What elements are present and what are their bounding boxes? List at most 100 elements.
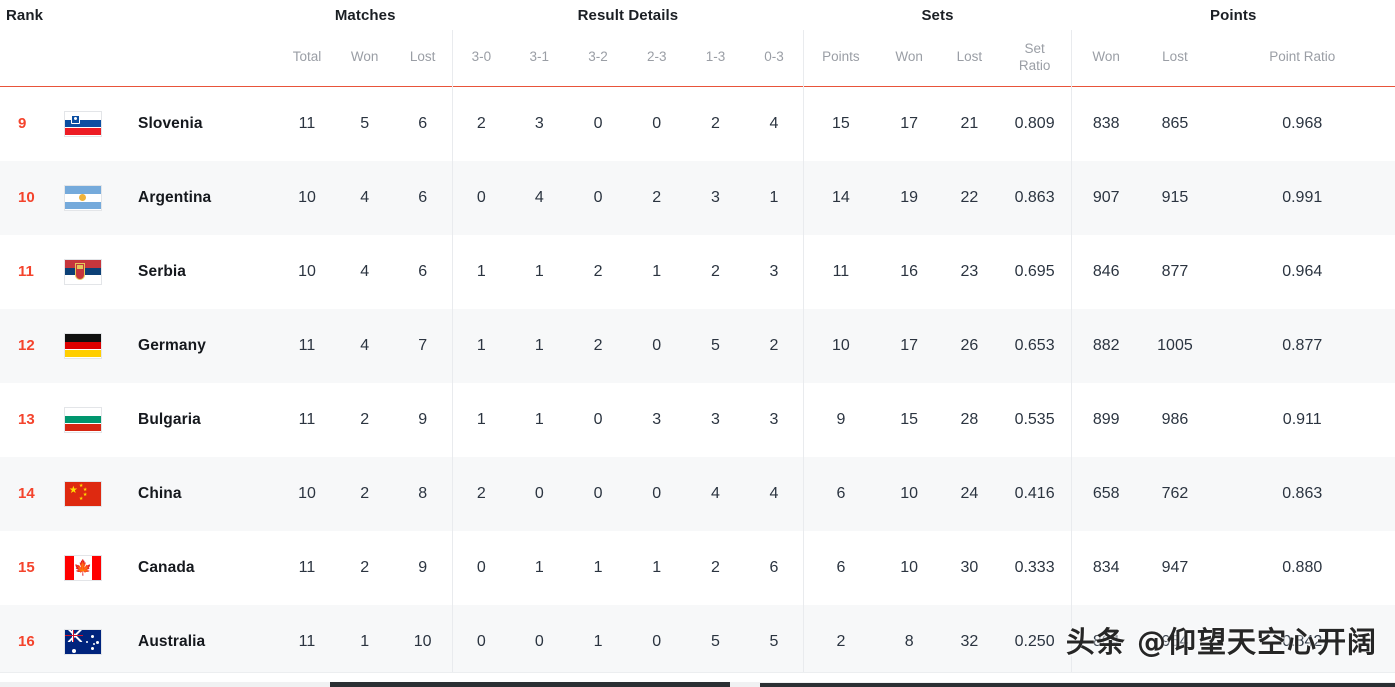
row-points-won: 838: [1070, 86, 1141, 161]
sub-header-points-won[interactable]: Won: [1070, 30, 1141, 86]
row-points: 15: [803, 86, 878, 161]
sub-header-sets-lost[interactable]: Lost: [940, 30, 999, 86]
sub-header-3-2[interactable]: 3-2: [568, 30, 628, 86]
group-header-result-details: Result Details: [452, 0, 804, 30]
row-rank: 16: [18, 633, 35, 650]
row-flag: [63, 87, 138, 161]
row-3-1: 0: [534, 632, 544, 650]
row-1-3: 3: [711, 410, 720, 428]
sub-header-1-3[interactable]: 1-3: [686, 30, 745, 86]
table-row[interactable]: 11 Serbia 10 4 6 1 1 2 1 2 3 11 16 23 0.…: [0, 234, 1395, 309]
row-points-lost: 865: [1161, 114, 1189, 132]
row-1-3: 2: [711, 558, 720, 576]
row-points-won: 882: [1070, 308, 1141, 383]
row-0-3: 3: [769, 262, 779, 280]
row-0-3: 5: [769, 632, 779, 650]
table-row[interactable]: 10 Argentina 10 4 6 0 4 0 2 3 1 14 19 22…: [0, 160, 1395, 235]
row-3-2: 0: [593, 484, 603, 502]
row-points: 2: [803, 604, 878, 679]
row-matches-lost: 9: [418, 410, 428, 428]
row-3-2: 2: [593, 262, 603, 280]
table-row[interactable]: 16 Australia 11 1 10 0 0 1 0 5 5 2 8 32 …: [0, 604, 1395, 679]
row-sets-won: 17: [900, 336, 919, 354]
row-points-won: 907: [1070, 160, 1141, 235]
sub-header-3-0[interactable]: 3-0: [451, 30, 510, 86]
row-sets-won: 8: [904, 632, 914, 650]
table-row[interactable]: 13 Bulgaria 11 2 9 1 1 0 3 3 3 9 15 28 0…: [0, 382, 1395, 457]
row-matches-won: 4: [360, 188, 370, 206]
row-team-name[interactable]: Canada: [138, 531, 278, 605]
row-team-name[interactable]: China: [138, 457, 278, 531]
row-sets-lost: 22: [960, 188, 979, 206]
row-points-lost: 986: [1161, 410, 1189, 428]
row-sets-lost: 21: [960, 114, 979, 132]
sub-header-sets-won[interactable]: Won: [877, 30, 941, 86]
table-row[interactable]: 14 ★ ★ ★ ★ ★ China 10 2 8 2 0 0 0 4 4 6 …: [0, 456, 1395, 531]
row-3-1: 1: [534, 262, 544, 280]
row-team-name[interactable]: Bulgaria: [138, 383, 278, 457]
row-matches-lost: 6: [418, 114, 428, 132]
row-0-3: 4: [769, 484, 779, 502]
sub-header-total[interactable]: Total: [278, 30, 336, 86]
row-set-ratio: 0.333: [1014, 558, 1055, 576]
row-3-2: 0: [593, 188, 603, 206]
row-flag: [63, 605, 138, 679]
row-2-3: 0: [652, 114, 662, 132]
table-header: Rank Matches Result Details Sets Points …: [0, 0, 1395, 87]
row-sets-won: 10: [900, 484, 919, 502]
scrollbar-thumb-extension[interactable]: [760, 683, 1395, 687]
sub-header-set-ratio[interactable]: Set Ratio: [998, 30, 1072, 86]
table-row[interactable]: 9 Slovenia 11 5 6 2 3 0 0 2 4 15 17 21 0…: [0, 86, 1395, 161]
row-team-name[interactable]: Australia: [138, 605, 278, 679]
row-points: 6: [803, 456, 878, 531]
row-team-name[interactable]: Slovenia: [138, 87, 278, 161]
table-row[interactable]: 15 🍁 Canada 11 2 9 0 1 1 1 2 6 6 10 30 0…: [0, 530, 1395, 605]
row-3-2: 1: [593, 632, 603, 650]
row-matches-lost: 8: [418, 484, 428, 502]
row-matches-won: 4: [360, 336, 370, 354]
sub-header-0-3[interactable]: 0-3: [744, 30, 804, 86]
row-1-3: 4: [711, 484, 720, 502]
row-1-3: 2: [711, 114, 720, 132]
sub-header-row: Total Won Lost 3-0 3-1 3-2 2-3 1-3 0-3 P…: [0, 30, 1395, 86]
sub-header-points[interactable]: Points: [803, 30, 878, 86]
row-2-3: 1: [652, 262, 662, 280]
group-header-points: Points: [1071, 0, 1395, 30]
serbia-flag-icon: [63, 258, 102, 285]
sub-header-2-3[interactable]: 2-3: [627, 30, 687, 86]
row-point-ratio: 0.911: [1282, 410, 1322, 428]
row-3-0: 0: [451, 160, 510, 235]
row-total: 10: [298, 262, 316, 280]
row-0-3: 1: [769, 188, 779, 206]
row-points-lost: 762: [1161, 484, 1189, 502]
row-team-name[interactable]: Germany: [138, 309, 278, 383]
row-3-1: 1: [534, 558, 544, 576]
row-3-0: 0: [451, 604, 510, 679]
row-3-2: 0: [593, 114, 603, 132]
row-point-ratio: 0.964: [1282, 262, 1323, 280]
horizontal-scrollbar[interactable]: [0, 672, 1395, 687]
sub-header-points-lost[interactable]: Lost: [1140, 30, 1210, 86]
slovenia-flag-icon: [63, 110, 102, 137]
standings-table-container: Rank Matches Result Details Sets Points …: [0, 0, 1395, 687]
sub-header-blank-rank: [0, 30, 64, 86]
row-2-3: 0: [652, 484, 662, 502]
row-matches-won: 2: [360, 558, 370, 576]
row-team-name[interactable]: Serbia: [138, 235, 278, 309]
row-rank: 13: [18, 411, 35, 428]
sub-header-matches-lost[interactable]: Lost: [393, 30, 453, 86]
sub-header-point-ratio[interactable]: Point Ratio: [1209, 30, 1395, 86]
scrollbar-thumb[interactable]: [330, 682, 730, 687]
canada-flag-icon: 🍁: [63, 554, 102, 581]
table-row[interactable]: 12 Germany 11 4 7 1 1 2 0 5 2 10 17 26 0…: [0, 308, 1395, 383]
row-team-name[interactable]: Argentina: [138, 161, 278, 235]
sub-header-matches-won[interactable]: Won: [335, 30, 394, 86]
group-header-row: Rank Matches Result Details Sets Points: [0, 0, 1395, 30]
sub-header-3-1[interactable]: 3-1: [509, 30, 569, 86]
row-point-ratio: 0.968: [1282, 114, 1323, 132]
row-1-3: 5: [711, 336, 720, 354]
row-3-0: 1: [451, 308, 510, 383]
china-flag-icon: ★ ★ ★ ★ ★: [63, 480, 102, 507]
row-points-won: 846: [1070, 234, 1141, 309]
row-points: 9: [803, 382, 878, 457]
